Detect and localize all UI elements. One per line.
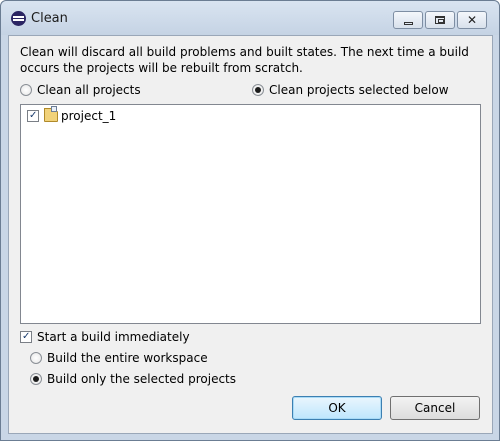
build-selected-projects-radio[interactable]: Build only the selected projects [30, 372, 236, 386]
build-entire-workspace-radio[interactable]: Build the entire workspace [30, 351, 208, 365]
maximize-icon [435, 16, 445, 24]
cancel-button[interactable]: Cancel [390, 396, 480, 420]
eclipse-icon [11, 11, 26, 26]
radio-selected-icon [30, 373, 42, 385]
start-build-checkbox[interactable] [20, 331, 32, 343]
radio-unselected-icon [20, 84, 32, 96]
start-build-checkbox-row[interactable]: Start a build immediately [20, 330, 190, 344]
build-selected-projects-label: Build only the selected projects [47, 372, 237, 386]
minimize-button[interactable] [393, 11, 423, 29]
open-project-folder-icon [44, 105, 58, 122]
project-checkbox[interactable] [27, 110, 39, 122]
dialog-body: Clean will discard all build problems an… [8, 35, 493, 434]
start-build-label: Start a build immediately [37, 330, 190, 344]
minimize-icon [403, 21, 413, 25]
radio-selected-icon [252, 84, 264, 96]
build-entire-workspace-label: Build the entire workspace [47, 351, 208, 365]
clean-selected-projects-label: Clean projects selected below [269, 83, 449, 97]
project-name: project_1 [61, 109, 117, 123]
description-text: Clean will discard all build problems an… [20, 45, 469, 75]
close-icon: ✕ [466, 13, 478, 27]
projects-tree[interactable]: project_1 [20, 104, 481, 324]
ok-button[interactable]: OK [292, 396, 382, 420]
title-bar[interactable]: Clean ✕ [1, 1, 499, 35]
close-button[interactable]: ✕ [457, 11, 487, 29]
clean-selected-projects-radio[interactable]: Clean projects selected below [252, 83, 449, 97]
window-title: Clean [31, 11, 68, 26]
clean-dialog-window: Clean ✕ Clean will discard all build pro… [0, 0, 500, 441]
clean-all-projects-label: Clean all projects [37, 83, 141, 97]
radio-unselected-icon [30, 352, 42, 364]
project-list-item[interactable]: project_1 [27, 105, 117, 123]
clean-all-projects-radio[interactable]: Clean all projects [20, 83, 141, 97]
maximize-button[interactable] [425, 11, 455, 29]
